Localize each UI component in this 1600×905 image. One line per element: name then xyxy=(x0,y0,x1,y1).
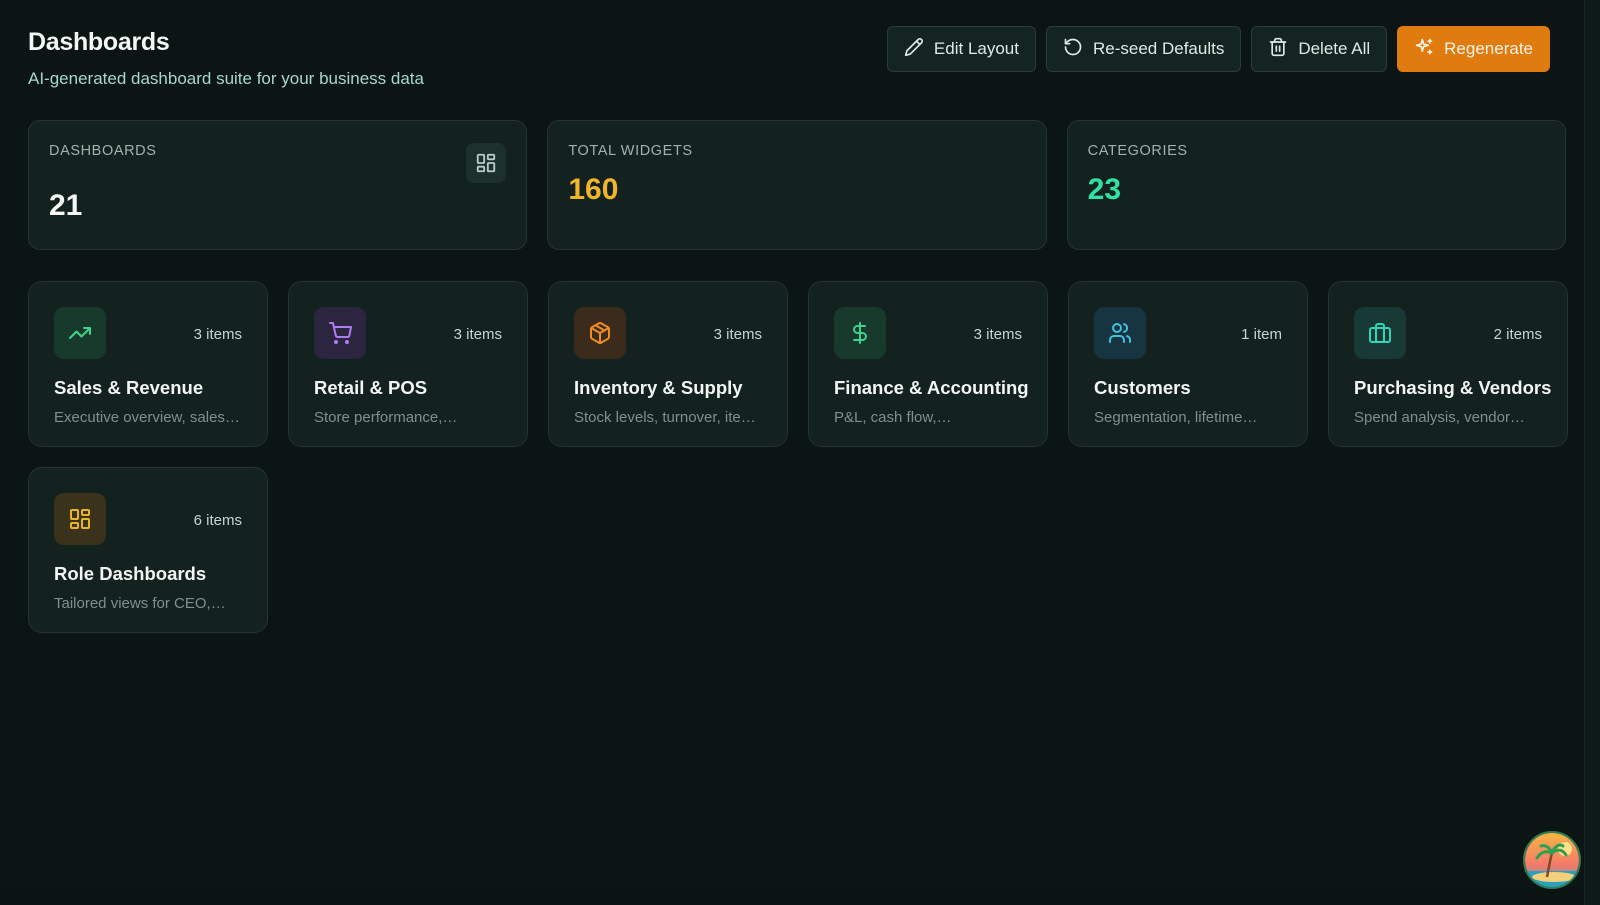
item-count: 3 items xyxy=(973,326,1022,343)
category-card-finance-accounting[interactable]: 3 items Finance & Accounting P&L, cash f… xyxy=(808,281,1048,447)
dashboards-page: Dashboards AI-generated dashboard suite … xyxy=(0,0,1584,905)
stat-card-categories: CATEGORIES 23 xyxy=(1066,120,1566,250)
item-count: 3 items xyxy=(453,326,502,343)
stats-row: DASHBOARDS 21 TOTAL WIDGETS 160 CATEGORI… xyxy=(28,120,1566,250)
category-title: Sales & Revenue xyxy=(54,377,204,398)
item-count: 2 items xyxy=(1493,326,1542,343)
category-description: Tailored views for CEO,… xyxy=(54,595,226,612)
edit-layout-label: Edit Layout xyxy=(933,39,1019,58)
stat-card-total-widgets: TOTAL WIDGETS 160 xyxy=(547,120,1047,250)
grid-icon xyxy=(466,143,507,183)
stat-value: 160 xyxy=(568,173,619,206)
edit-layout-button[interactable]: Edit Layout xyxy=(886,26,1036,72)
regenerate-button[interactable]: Regenerate xyxy=(1397,26,1550,72)
header-actions: Edit Layout Re-seed Defaults Delete All … xyxy=(886,26,1550,72)
dollar-icon xyxy=(834,307,886,359)
trending-up-icon xyxy=(54,307,106,359)
category-description: P&L, cash flow,… xyxy=(834,409,952,426)
category-card-inventory-supply[interactable]: 3 items Inventory & Supply Stock levels,… xyxy=(548,281,788,447)
item-count: 3 items xyxy=(193,326,242,343)
package-icon xyxy=(574,307,626,359)
category-card-purchasing-vendors[interactable]: 2 items Purchasing & Vendors Spend analy… xyxy=(1328,281,1568,447)
delete-all-button[interactable]: Delete All xyxy=(1251,26,1388,72)
stat-label: TOTAL WIDGETS xyxy=(568,143,693,159)
category-title: Purchasing & Vendors xyxy=(1354,377,1552,398)
bottom-strip xyxy=(0,887,1584,905)
category-title: Inventory & Supply xyxy=(574,377,743,398)
category-title: Retail & POS xyxy=(314,377,428,398)
item-count: 6 items xyxy=(193,512,242,529)
category-description: Segmentation, lifetime… xyxy=(1094,409,1258,426)
scrollbar[interactable] xyxy=(1584,0,1600,905)
category-description: Executive overview, sales… xyxy=(54,409,240,426)
category-grid: 3 items Sales & Revenue Executive overvi… xyxy=(28,281,1568,633)
category-title: Role Dashboards xyxy=(54,563,207,584)
delete-all-label: Delete All xyxy=(1298,39,1371,58)
shopping-cart-icon xyxy=(314,307,366,359)
category-card-sales-revenue[interactable]: 3 items Sales & Revenue Executive overvi… xyxy=(28,281,268,447)
item-count: 3 items xyxy=(713,326,762,343)
item-count: 1 item xyxy=(1241,326,1282,343)
category-title: Finance & Accounting xyxy=(834,377,1029,398)
avatar[interactable] xyxy=(1523,831,1581,889)
stat-card-dashboards: DASHBOARDS 21 xyxy=(28,120,528,250)
pencil-icon xyxy=(904,37,924,62)
layout-icon xyxy=(54,493,106,545)
category-description: Store performance,… xyxy=(314,409,458,426)
category-card-customers[interactable]: 1 item Customers Segmentation, lifetime… xyxy=(1068,281,1308,447)
regenerate-label: Regenerate xyxy=(1444,39,1533,58)
category-card-role-dashboards[interactable]: 6 items Role Dashboards Tailored views f… xyxy=(28,467,268,633)
reseed-defaults-button[interactable]: Re-seed Defaults xyxy=(1045,26,1242,72)
page-header: Dashboards AI-generated dashboard suite … xyxy=(28,26,1550,98)
briefcase-icon xyxy=(1354,307,1406,359)
stat-value: 23 xyxy=(1087,173,1122,206)
stat-label: DASHBOARDS xyxy=(49,143,157,159)
category-title: Customers xyxy=(1094,377,1191,398)
stat-label: CATEGORIES xyxy=(1087,143,1188,159)
users-icon xyxy=(1094,307,1146,359)
rotate-ccw-icon xyxy=(1063,37,1083,62)
trash-icon xyxy=(1268,37,1288,62)
reseed-defaults-label: Re-seed Defaults xyxy=(1092,39,1225,58)
category-card-retail-pos[interactable]: 3 items Retail & POS Store performance,… xyxy=(288,281,528,447)
category-description: Stock levels, turnover, ite… xyxy=(574,409,756,426)
category-description: Spend analysis, vendor… xyxy=(1354,409,1525,426)
stat-value: 21 xyxy=(49,189,83,222)
sparkles-icon xyxy=(1414,37,1434,62)
page-subtitle: AI-generated dashboard suite for your bu… xyxy=(28,69,424,88)
